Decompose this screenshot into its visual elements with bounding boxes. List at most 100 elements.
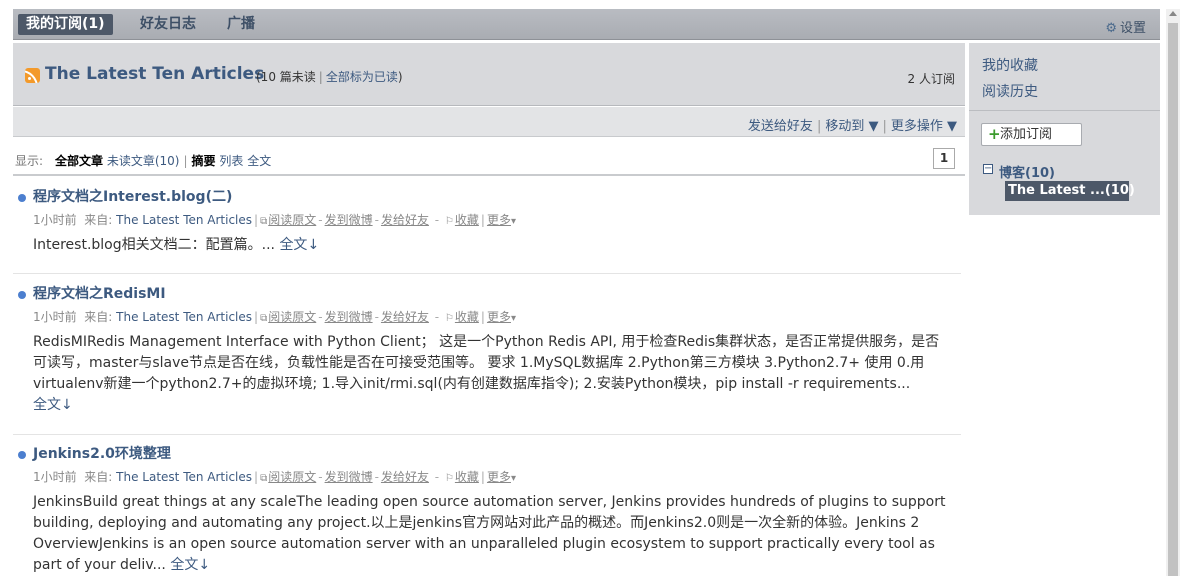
sidebar-item-history[interactable]: 阅读历史 [982, 81, 1038, 101]
article-meta: 1小时前 来自: The Latest Ten Articles | ⧉阅读原文 - 发… [33, 470, 516, 484]
article-time: 1小时前 [33, 470, 77, 484]
rss-icon [25, 68, 40, 83]
unread-dot-icon [18, 194, 26, 202]
more-actions-dropdown[interactable]: 更多操作 ▼ [891, 119, 957, 134]
original-icon: ⧉ [260, 216, 268, 227]
filter-all-articles[interactable]: 全部文章 [55, 154, 103, 168]
unread-count: (10 [256, 70, 276, 84]
more-menu[interactable]: 更多 [487, 213, 511, 227]
tab-broadcast[interactable]: 广播 [219, 14, 263, 35]
original-icon: ⧉ [260, 313, 268, 324]
full-text-label: 全文 [33, 397, 61, 413]
read-original-link[interactable]: 阅读原文 [268, 470, 316, 484]
scroll-up-arrow-icon[interactable] [1169, 11, 1177, 16]
post-weibo-link[interactable]: 发到微博 [325, 470, 373, 484]
scrollbar-thumb[interactable] [1168, 23, 1178, 576]
caret-down-icon: ▾ [510, 473, 516, 484]
feed-header: The Latest Ten Articles (10 篇未读 | 全部标为已读) … [13, 43, 965, 106]
article-summary: RedisMIRedis Management Interface with P… [33, 332, 953, 416]
caret-down-icon: ▾ [510, 313, 516, 324]
flag-icon: ⚐ [444, 216, 454, 227]
source-label: 来自: [84, 310, 113, 324]
post-weibo-link[interactable]: 发到微博 [325, 310, 373, 324]
add-subscription-button[interactable]: + 添加订阅 [981, 123, 1082, 146]
send-friend-link[interactable]: 发给好友 [381, 310, 429, 324]
more-menu[interactable]: 更多 [487, 310, 511, 324]
full-text-link[interactable]: 全文↓ [170, 557, 210, 573]
unread-dot-icon [18, 451, 26, 459]
sidebar: 我的收藏 阅读历史 + 添加订阅 − 博客(10) The Latest ...(… [969, 43, 1160, 215]
move-to-dropdown[interactable]: 移动到 ▼ [825, 119, 878, 134]
article-title[interactable]: 程序文档之Interest.blog(二) [33, 186, 232, 206]
sidebar-folder-blog[interactable]: 博客(10) [999, 162, 1055, 181]
arrow-down-icon: ↓ [61, 397, 73, 413]
article-title[interactable]: 程序文档之RedisMI [33, 283, 166, 303]
subscriber-count: 2 人订阅 [907, 72, 955, 86]
page-number[interactable]: 1 [933, 148, 955, 169]
favorite-link[interactable]: 收藏 [455, 470, 479, 484]
favorite-link[interactable]: 收藏 [455, 310, 479, 324]
mode-full[interactable]: 全文 [247, 154, 271, 168]
sidebar-item-favorites[interactable]: 我的收藏 [982, 55, 1038, 75]
favorite-link[interactable]: 收藏 [455, 213, 479, 227]
read-original-link[interactable]: 阅读原文 [268, 310, 316, 324]
article-summary: JenkinsBuild great things at any scaleTh… [33, 492, 953, 576]
settings-link[interactable]: ⚙ 设置 [1105, 17, 1146, 36]
send-friend-link[interactable]: 发给好友 [381, 470, 429, 484]
article-meta: 1小时前 来自: The Latest Ten Articles | ⧉阅读原文 - 发… [33, 310, 516, 324]
original-icon: ⧉ [260, 473, 268, 484]
collapse-icon[interactable]: − [983, 164, 993, 174]
article-source[interactable]: The Latest Ten Articles [116, 310, 252, 324]
view-label: 显示: [15, 154, 44, 168]
filter-unread-articles[interactable]: 未读文章(10) [107, 154, 180, 168]
flag-icon: ⚐ [444, 473, 454, 484]
vertical-scrollbar[interactable] [1166, 9, 1180, 576]
post-weibo-link[interactable]: 发到微博 [325, 213, 373, 227]
full-text-link[interactable]: 全文↓ [33, 397, 73, 413]
feed-title[interactable]: The Latest Ten Articles [45, 64, 264, 84]
full-text-link[interactable]: 全文↓ [279, 237, 319, 253]
article-summary: Interest.blog相关文档二：配置篇。... 全文↓ [33, 235, 953, 256]
mode-summary[interactable]: 摘要 [192, 154, 216, 168]
send-friend-link[interactable]: 发给好友 [381, 213, 429, 227]
gear-icon: ⚙ [1105, 21, 1117, 36]
article-source[interactable]: The Latest Ten Articles [116, 213, 252, 227]
more-menu[interactable]: 更多 [487, 470, 511, 484]
unread-dot-icon [18, 291, 26, 299]
article-source[interactable]: The Latest Ten Articles [116, 470, 252, 484]
source-label: 来自: [84, 213, 113, 227]
flag-icon: ⚐ [444, 313, 454, 324]
action-bar: 发送给好友 | 移动到 ▼ | 更多操作 ▼ [13, 107, 965, 137]
article-title[interactable]: Jenkins2.0环境整理 [33, 443, 171, 463]
article-time: 1小时前 [33, 213, 77, 227]
article-time: 1小时前 [33, 310, 77, 324]
arrow-down-icon: ↓ [198, 557, 211, 573]
unread-close: ) [397, 70, 403, 84]
sidebar-divider [969, 110, 1160, 111]
unread-info: (10 篇未读 | 全部标为已读) [256, 70, 403, 84]
mark-all-read-link[interactable]: 全部标为已读 [326, 70, 398, 84]
top-nav: 我的订阅(1) 好友日志 广播 ⚙ 设置 [13, 9, 1160, 40]
sidebar-feed-selected[interactable]: The Latest ...(10) [1005, 181, 1135, 201]
source-label: 来自: [84, 470, 113, 484]
plus-icon: + [988, 125, 1001, 143]
tab-my-subscriptions[interactable]: 我的订阅(1) [18, 14, 113, 35]
article-item: 程序文档之Interest.blog(二) 1小时前 来自: The Lates… [13, 183, 961, 274]
summary-text: Interest.blog相关文档二：配置篇。... [33, 237, 275, 253]
read-original-link[interactable]: 阅读原文 [268, 213, 316, 227]
article-meta: 1小时前 来自: The Latest Ten Articles | ⧉阅读原文 - 发… [33, 213, 516, 227]
article-item: 程序文档之RedisMI 1小时前 来自: The Latest Ten Art… [13, 280, 961, 435]
unread-text: 篇未读 [279, 70, 316, 84]
caret-down-icon: ▾ [510, 216, 516, 227]
full-text-label: 全文 [170, 557, 199, 573]
article-item: Jenkins2.0环境整理 1小时前 来自: The Latest Ten A… [13, 440, 961, 576]
settings-label: 设置 [1119, 21, 1146, 36]
arrow-down-icon: ↓ [307, 237, 320, 253]
mode-list[interactable]: 列表 [219, 154, 243, 168]
add-subscription-label: 添加订阅 [1000, 127, 1053, 142]
view-options-bar: 显示: 全部文章 未读文章(10) | 摘要 列表 全文 1 [13, 146, 965, 176]
send-to-friend-button[interactable]: 发送给好友 [748, 119, 813, 134]
summary-text: RedisMIRedis Management Interface with P… [33, 334, 940, 392]
full-text-label: 全文 [279, 237, 308, 253]
tab-friend-blogs[interactable]: 好友日志 [132, 14, 204, 35]
